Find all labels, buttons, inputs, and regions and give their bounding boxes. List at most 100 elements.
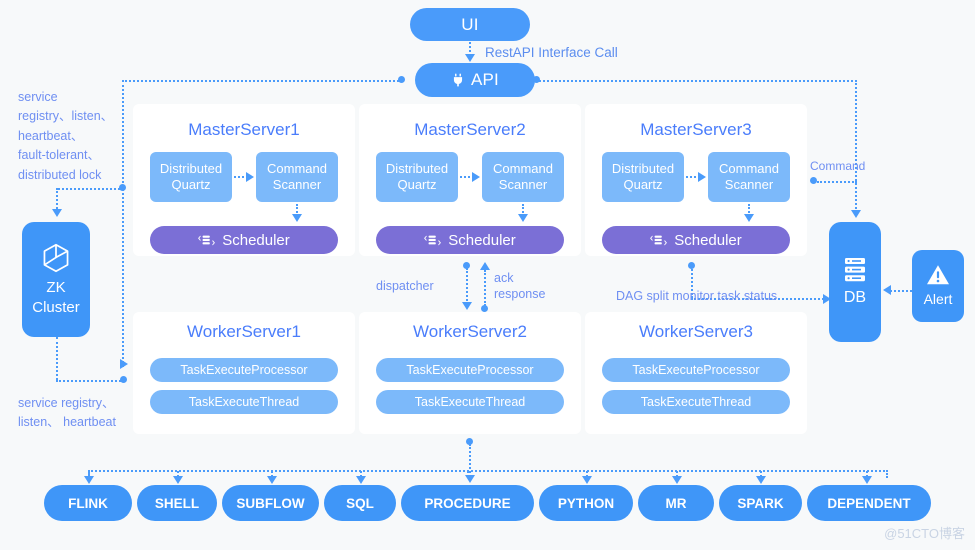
task-type-mr[interactable]: MR	[638, 485, 714, 521]
arrow-ack	[480, 262, 490, 270]
distributed-quartz-line1-2: Distributed	[385, 160, 449, 176]
connector-api-db	[855, 80, 857, 213]
command-scanner-line2-2: Scanner	[498, 177, 548, 192]
worker-server-title-3: WorkerServer3	[639, 322, 753, 341]
dot-zk-note	[119, 184, 126, 191]
api-node[interactable]: API	[415, 63, 535, 97]
task-execute-processor-3: TaskExecuteProcessor	[602, 358, 790, 382]
note-dispatcher: dispatcher	[376, 279, 434, 293]
task-type-spark[interactable]: SPARK	[719, 485, 802, 521]
ui-label: UI	[461, 14, 479, 34]
connector-command	[817, 181, 857, 183]
master-server-card-2: MasterServer2 Distributed Quartz Command…	[359, 104, 581, 256]
note-dag-monitor: DAG split monitor task status	[616, 289, 778, 303]
connector-task-bus-v	[469, 444, 471, 477]
distributed-quartz-line2-1: Quartz	[171, 177, 211, 192]
distributed-quartz-line2-2: Quartz	[397, 177, 437, 192]
warning-triangle-icon	[926, 264, 950, 286]
db-node[interactable]: DB	[829, 222, 881, 342]
scheduler-1: Scheduler	[150, 226, 338, 254]
task-execute-thread-3: TaskExecuteThread	[602, 390, 790, 414]
connector-task-bus-h	[88, 470, 888, 472]
task-execute-processor-1: TaskExecuteProcessor	[150, 358, 338, 382]
scheduler-2: Scheduler	[376, 226, 564, 254]
command-scanner-line1-2: Command	[493, 160, 553, 176]
command-scanner-line2-3: Scanner	[724, 177, 774, 192]
master-server-card-3: MasterServer3 Distributed Quartz Command…	[585, 104, 807, 256]
task-type-python[interactable]: PYTHON	[539, 485, 633, 521]
task-type-procedure[interactable]: PROCEDURE	[401, 485, 534, 521]
worker-server-title-1: WorkerServer1	[187, 322, 301, 341]
alert-node[interactable]: Alert	[912, 250, 964, 322]
restapi-label: RestAPI Interface Call	[485, 45, 618, 60]
zk-label-line1: ZK	[46, 279, 66, 297]
connector-zk-note-h	[58, 188, 124, 190]
note-zk-bottom: service registry、 listen、 heartbeat	[18, 396, 116, 430]
master-server-title-3: MasterServer3	[640, 120, 752, 139]
architecture-diagram: UI RestAPI Interface Call API MasterServ…	[0, 0, 975, 550]
worker-server-card-1: WorkerServer1 TaskExecuteProcessor TaskE…	[133, 312, 355, 434]
arrow-api-db	[851, 210, 861, 218]
api-label: API	[470, 70, 499, 89]
scheduler-3: Scheduler	[602, 226, 790, 254]
arrow-dispatcher	[462, 302, 472, 310]
zk-cluster-node[interactable]: ZK Cluster	[22, 222, 90, 337]
task-execute-thread-1: TaskExecuteThread	[150, 390, 338, 414]
command-scanner-3: Command Scanner	[708, 152, 790, 202]
alert-label: Alert	[923, 291, 953, 308]
scheduler-label-2: Scheduler	[448, 231, 516, 249]
note-zk-top: service registry、listen、 heartbeat、 faul…	[18, 90, 114, 182]
master-server-title-1: MasterServer1	[188, 120, 300, 139]
arrow-ui-api	[465, 54, 475, 62]
master-server-card-1: MasterServer1 Distributed Quartz Command…	[133, 104, 355, 256]
zk-label-line2: Cluster	[32, 298, 80, 316]
arrow-task-7	[672, 476, 682, 484]
task-type-subflow[interactable]: SUBFLOW	[222, 485, 319, 521]
task-execute-thread-2: TaskExecuteThread	[376, 390, 564, 414]
task-type-sql[interactable]: SQL	[324, 485, 396, 521]
plug-icon	[451, 73, 465, 87]
command-scanner-2: Command Scanner	[482, 152, 564, 202]
distributed-quartz-2: Distributed Quartz	[376, 152, 458, 202]
distributed-quartz-line1-1: Distributed	[159, 160, 223, 176]
cube-icon	[42, 243, 70, 273]
stack-arrows-icon	[650, 234, 668, 247]
worker-server-title-2: WorkerServer2	[413, 322, 527, 341]
distributed-quartz-1: Distributed Quartz	[150, 152, 232, 202]
task-type-dependent[interactable]: DEPENDENT	[807, 485, 931, 521]
ui-node[interactable]: UI	[410, 8, 530, 41]
connector-api-left	[122, 80, 402, 82]
stack-arrows-icon	[424, 234, 442, 247]
dot-ack	[481, 305, 488, 312]
database-icon	[843, 257, 867, 283]
dot-zk-out	[120, 376, 127, 383]
task-type-shell[interactable]: SHELL	[137, 485, 217, 521]
connector-zk-out-v	[56, 337, 58, 380]
distributed-quartz-3: Distributed Quartz	[602, 152, 684, 202]
command-scanner-line2-1: Scanner	[272, 177, 322, 192]
command-scanner-line1-1: Command	[267, 160, 327, 176]
worker-server-card-2: WorkerServer2 TaskExecuteProcessor TaskE…	[359, 312, 581, 434]
distributed-quartz-line1-3: Distributed	[611, 160, 675, 176]
arrow-task-2	[173, 476, 183, 484]
command-scanner-1: Command Scanner	[256, 152, 338, 202]
drop-5	[467, 471, 469, 477]
note-ack-line2: response	[494, 287, 546, 301]
connector-api-right	[536, 80, 857, 82]
arrow-task-3	[267, 476, 277, 484]
distributed-quartz-line2-3: Quartz	[623, 177, 663, 192]
arrow-alert-db	[883, 285, 891, 295]
stack-arrows-icon	[198, 234, 216, 247]
note-command: Command	[810, 159, 866, 173]
task-type-flink[interactable]: FLINK	[44, 485, 132, 521]
arrow-task-1	[84, 476, 94, 484]
arrow-task-6	[582, 476, 592, 484]
scheduler-label-1: Scheduler	[222, 231, 290, 249]
arrow-task-4	[356, 476, 366, 484]
task-execute-processor-2: TaskExecuteProcessor	[376, 358, 564, 382]
scheduler-label-3: Scheduler	[674, 231, 742, 249]
connector-dispatcher	[466, 268, 468, 304]
arrow-task-9	[862, 476, 872, 484]
command-scanner-line1-3: Command	[719, 160, 779, 176]
worker-server-card-3: WorkerServer3 TaskExecuteProcessor TaskE…	[585, 312, 807, 434]
